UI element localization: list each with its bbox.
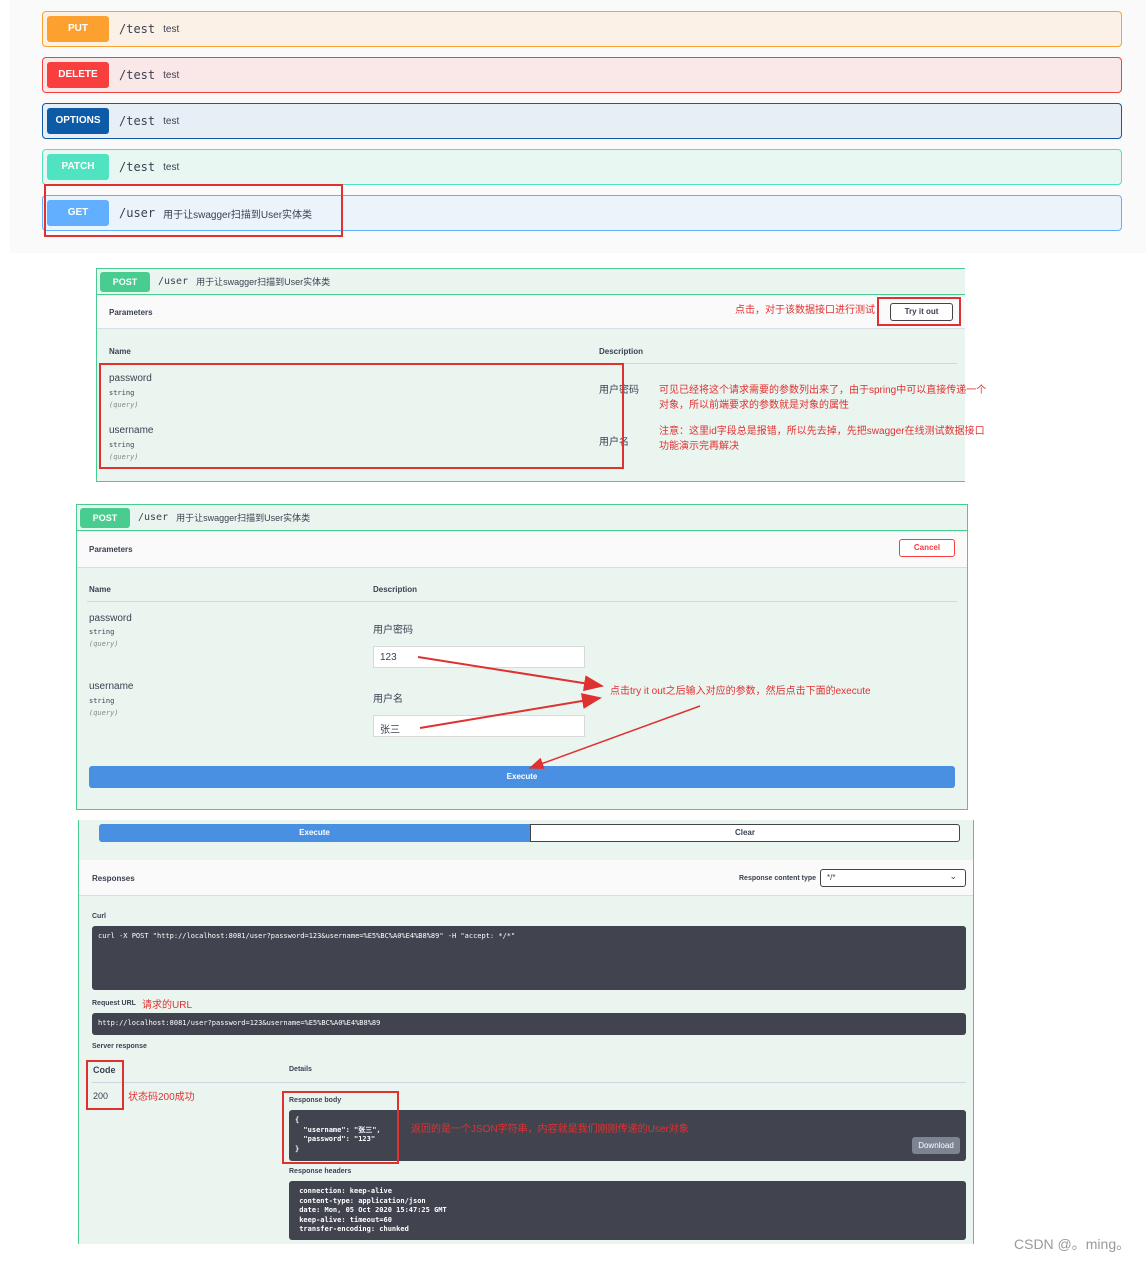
response-headers-label: Response headers [289,1168,352,1175]
response-divider [92,1082,966,1083]
responses-panel: Execute Clear Responses Response content… [78,820,974,1244]
highlight-box-response-body [282,1091,399,1164]
details-column-header: Details [289,1066,312,1073]
request-url-value: http://localhost:8081/user?password=123&… [92,1013,966,1035]
arrow-to-username [419,693,602,729]
arrow-to-password [417,656,604,692]
download-button[interactable]: Download [912,1137,960,1154]
clear-button[interactable]: Clear [530,824,960,842]
responses-title: Responses [92,874,135,883]
chevron-down-icon: ⌄ [949,871,957,881]
execute-button[interactable]: Execute [99,824,530,842]
request-url-annotation: 请求的URL [142,1000,193,1011]
content-type-value: */* [827,873,836,882]
responses-bar: Responses Response content type */* ⌄ [79,860,973,896]
curl-code: curl -X POST "http://localhost:8081/user… [92,926,966,990]
server-response-label: Server response [92,1043,147,1050]
content-type-select[interactable]: */* ⌄ [820,869,966,887]
highlight-box-code [86,1060,124,1110]
curl-label: Curl [92,913,106,920]
content-type-label: Response content type [739,875,817,882]
code-annotation: 状态码200成功 [128,1092,195,1103]
response-code-value: 200 [93,1091,109,1101]
arrow-to-execute [528,705,701,770]
request-url-label: Request URL [92,1000,136,1007]
watermark: CSDN @。ming。 [1014,1236,1131,1252]
response-body-annotation: 返回的是一个JSON字符串，内容就是我们刚刚传递的User对象 [411,1124,689,1135]
response-headers: connection: keep-alive content-type: app… [289,1181,966,1240]
